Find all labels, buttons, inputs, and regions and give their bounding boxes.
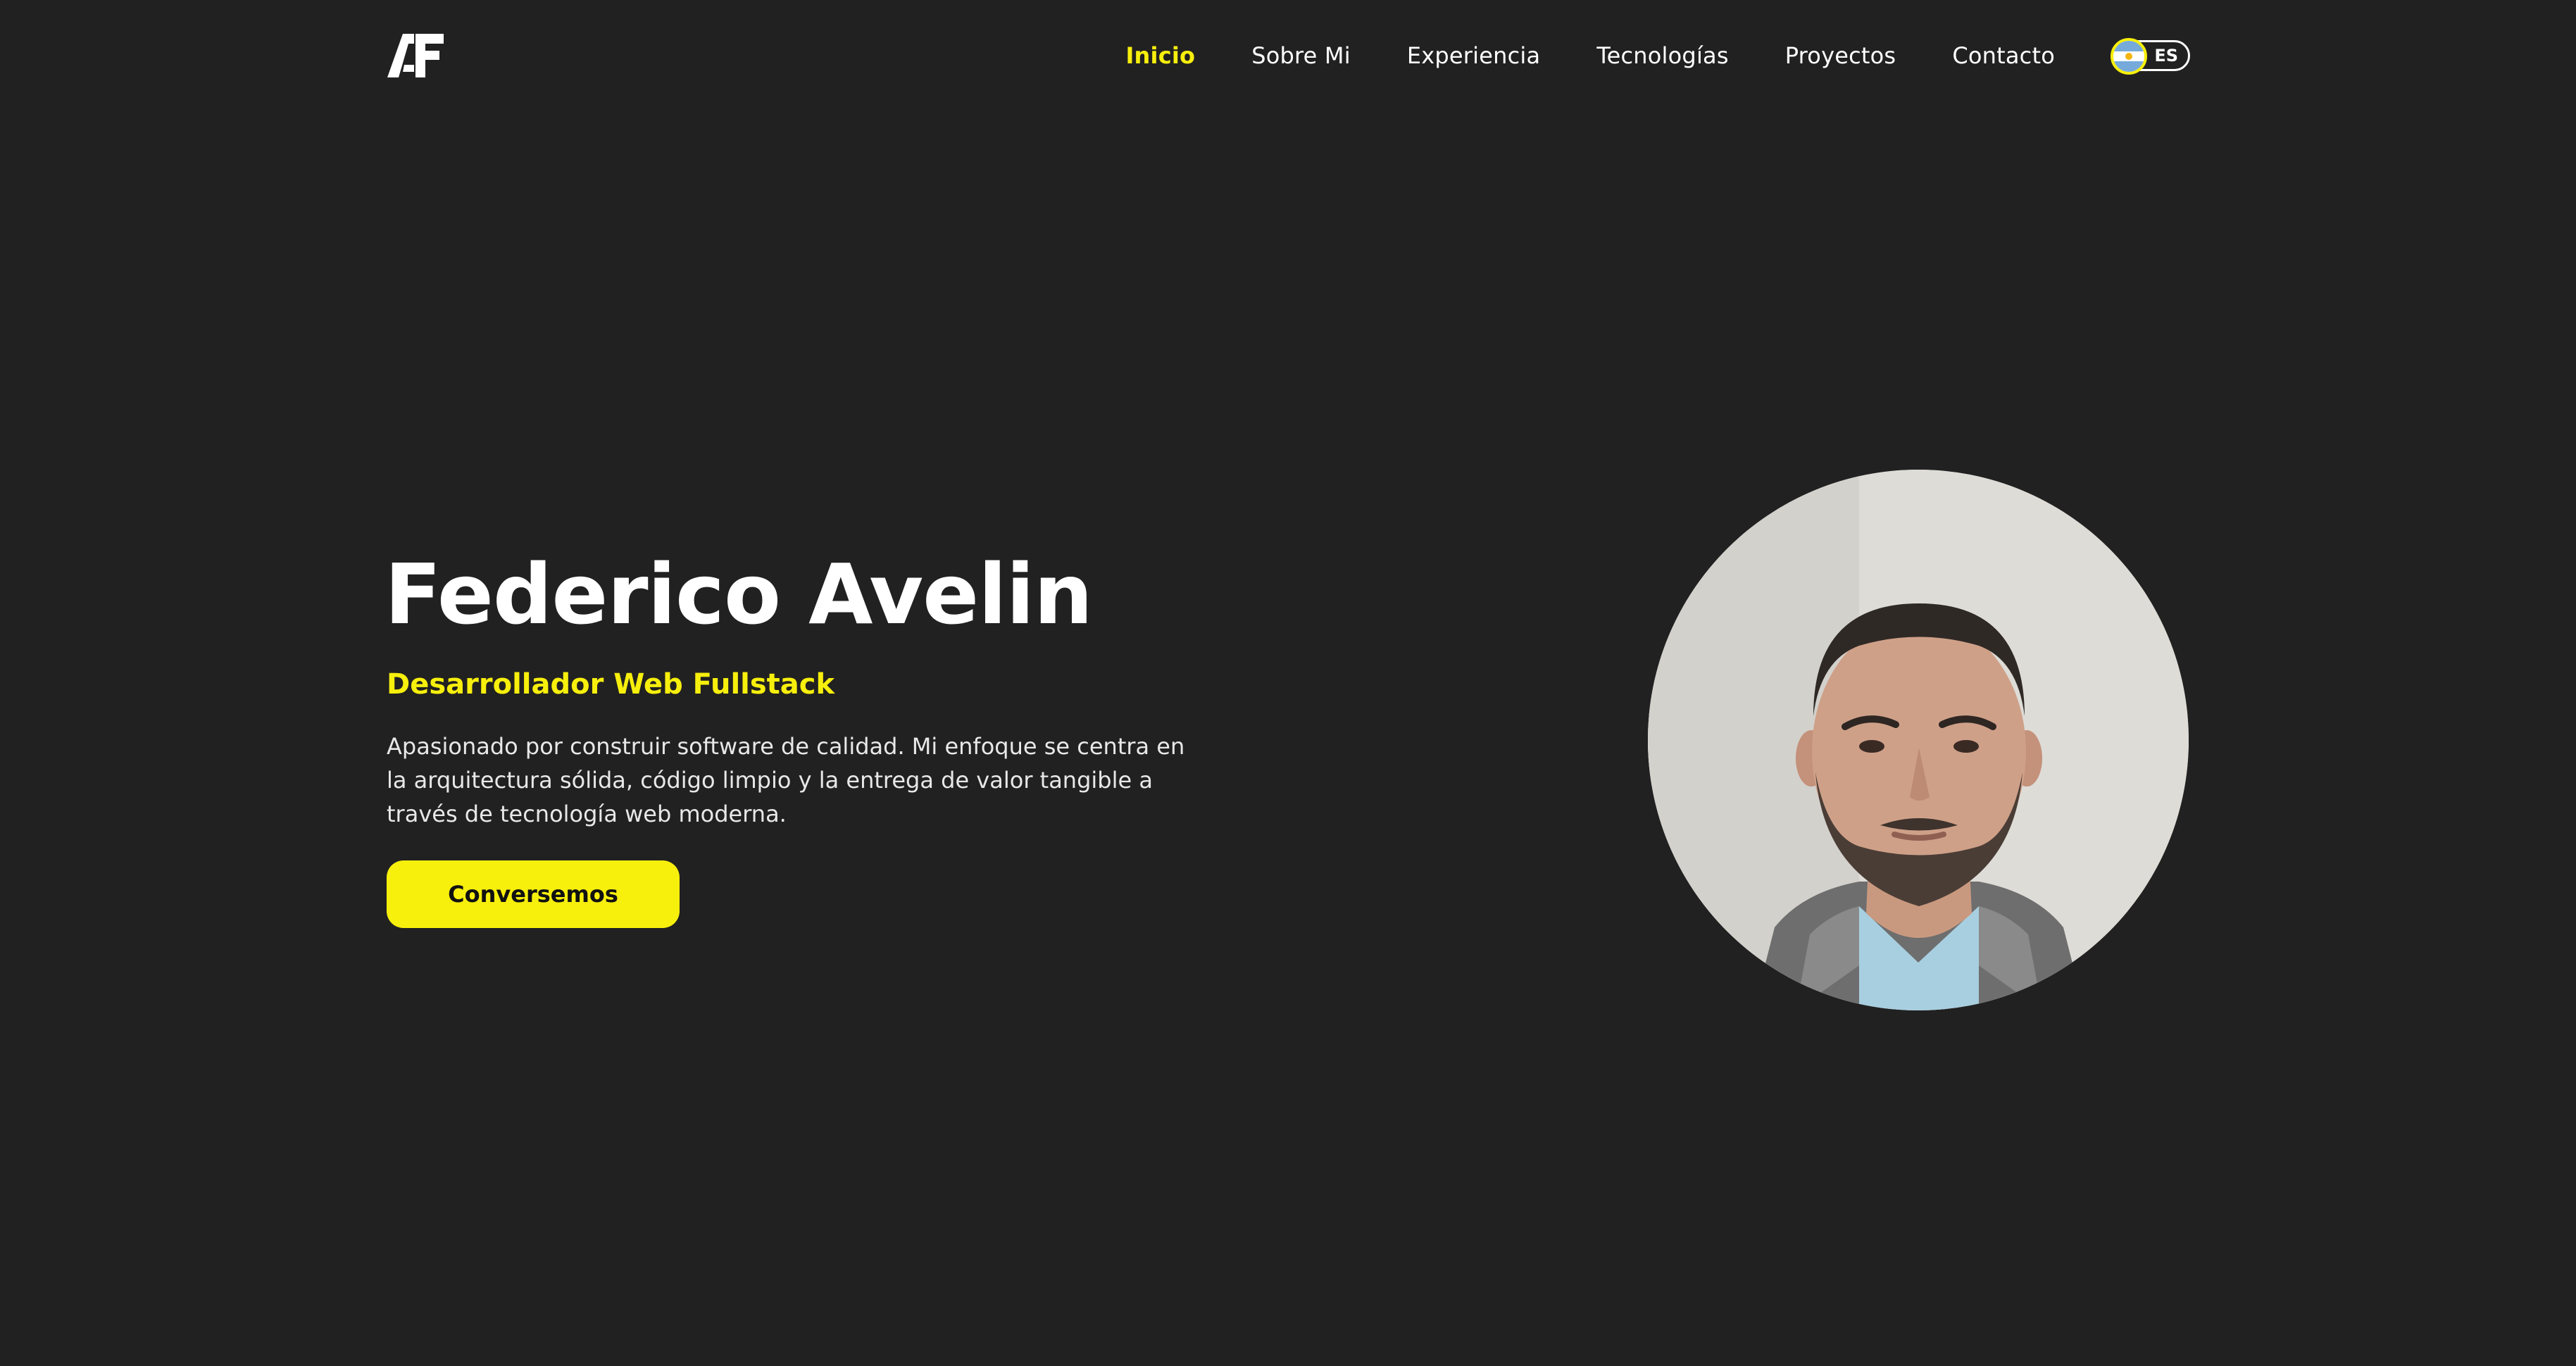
nav-item-proyectos[interactable]: Proyectos (1785, 42, 1896, 69)
language-toggle[interactable]: ES (2111, 38, 2190, 75)
main-nav: Inicio Sobre Mi Experiencia Tecnologías … (1125, 32, 2190, 79)
nav-item-contacto[interactable]: Contacto (1952, 42, 2055, 69)
profile-avatar (1648, 470, 2189, 1010)
hero-role: Desarrollador Web Fullstack (387, 668, 835, 701)
nav-item-sobre-mi[interactable]: Sobre Mi (1251, 42, 1351, 69)
nav-item-experiencia[interactable]: Experiencia (1407, 42, 1540, 69)
af-logo[interactable] (387, 34, 444, 77)
hero-description: Apasionado por construir software de cal… (387, 733, 1185, 827)
language-label: ES (2154, 46, 2178, 65)
argentina-flag-icon (2111, 38, 2147, 75)
hero-name: Federico Avelin (384, 546, 1093, 643)
nav-item-tecnologias[interactable]: Tecnologías (1596, 42, 1728, 69)
conversemos-button[interactable]: Conversemos (387, 860, 680, 928)
nav-item-inicio[interactable]: Inicio (1125, 42, 1195, 69)
site-header: Inicio Sobre Mi Experiencia Tecnologías … (0, 0, 2576, 113)
